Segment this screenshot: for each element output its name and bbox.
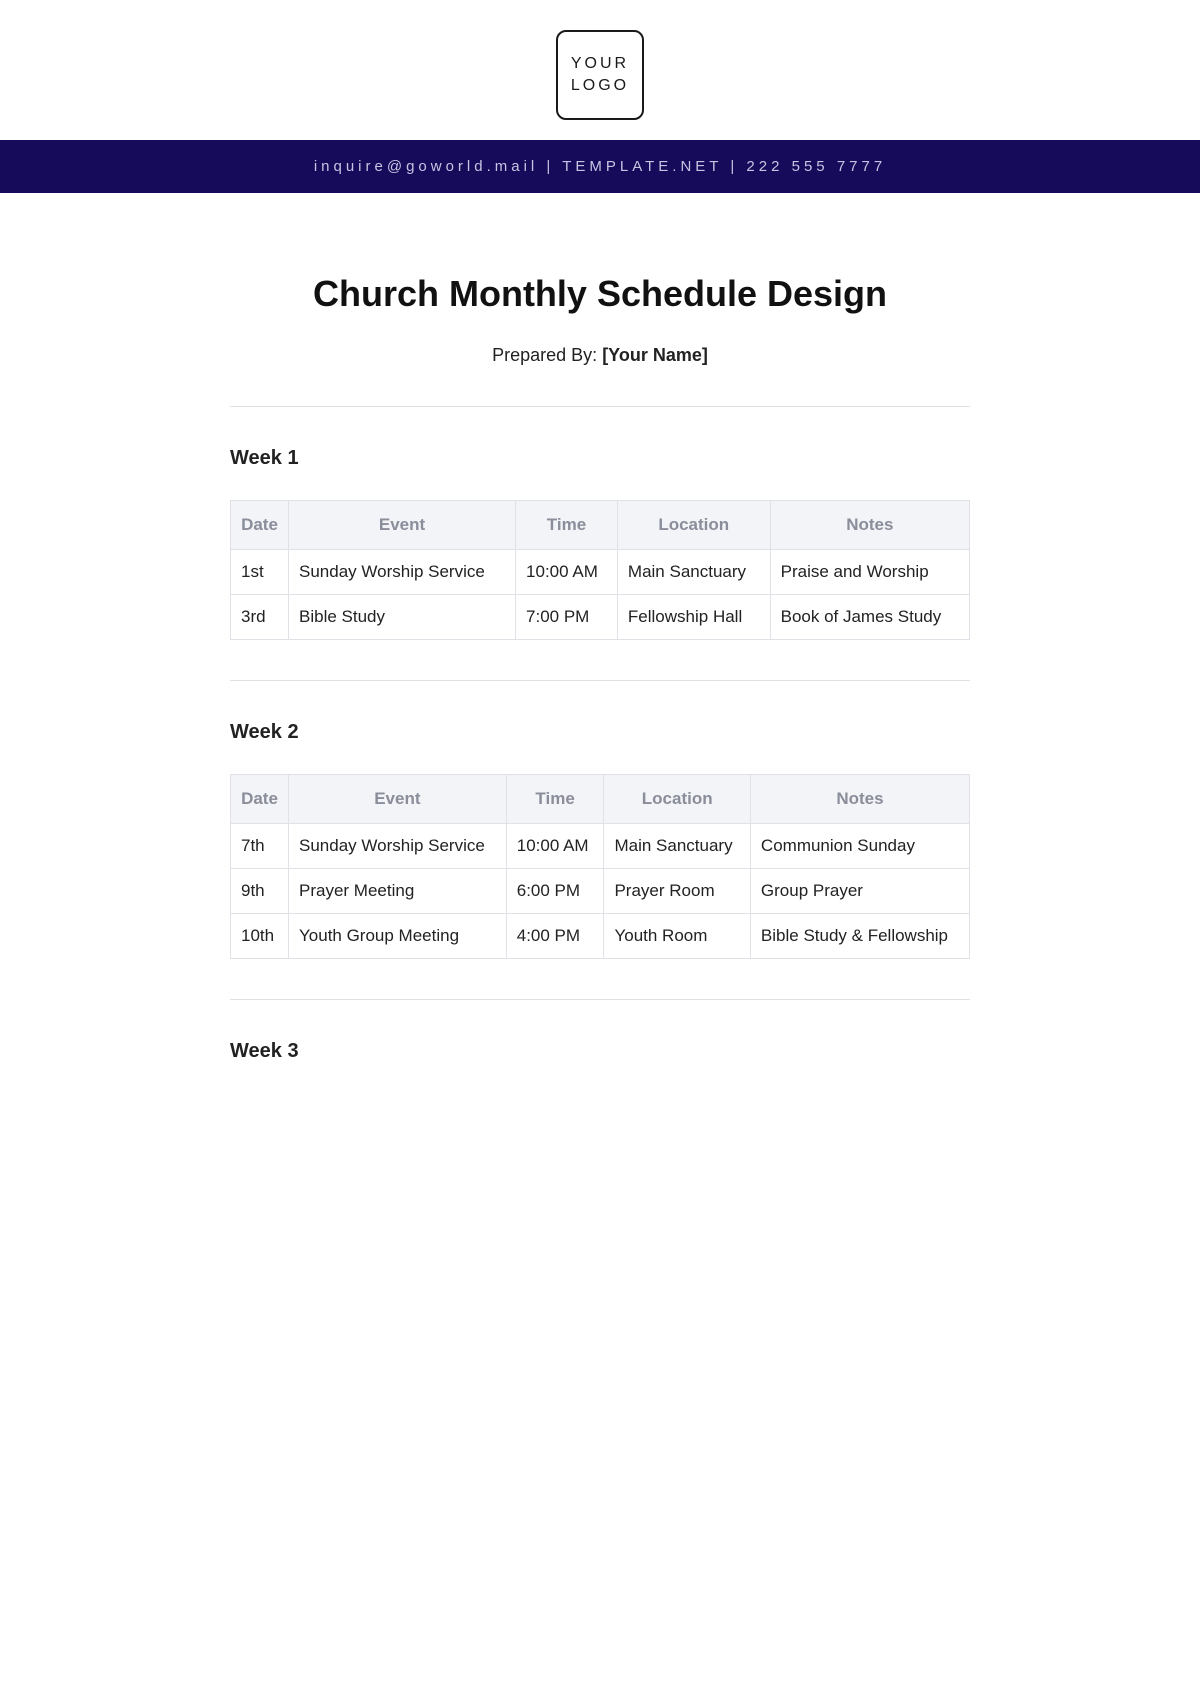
cell-location: Prayer Room <box>604 869 750 914</box>
table-header-row: Date Event Time Location Notes <box>231 501 970 550</box>
logo-line-1: YOUR <box>571 53 629 75</box>
cell-notes: Group Prayer <box>750 869 969 914</box>
cell-date: 7th <box>231 824 289 869</box>
table-header-row: Date Event Time Location Notes <box>231 775 970 824</box>
cell-date: 9th <box>231 869 289 914</box>
cell-notes: Communion Sunday <box>750 824 969 869</box>
table-row: 7th Sunday Worship Service 10:00 AM Main… <box>231 824 970 869</box>
logo-line-2: LOGO <box>571 75 629 97</box>
contact-text: inquire@goworld.mail | TEMPLATE.NET | 22… <box>314 158 886 175</box>
col-time: Time <box>516 501 618 550</box>
cell-location: Main Sanctuary <box>617 550 770 595</box>
contact-bar: inquire@goworld.mail | TEMPLATE.NET | 22… <box>0 140 1200 193</box>
document-body: Church Monthly Schedule Design Prepared … <box>230 193 970 1153</box>
col-notes: Notes <box>750 775 969 824</box>
week-1-table: Date Event Time Location Notes 1st Sunda… <box>230 500 970 640</box>
col-event: Event <box>289 501 516 550</box>
table-row: 10th Youth Group Meeting 4:00 PM Youth R… <box>231 914 970 959</box>
prepared-by-label: Prepared By: <box>492 345 602 365</box>
cell-event: Youth Group Meeting <box>289 914 507 959</box>
cell-time: 10:00 AM <box>516 550 618 595</box>
cell-date: 10th <box>231 914 289 959</box>
divider <box>230 999 970 1000</box>
divider <box>230 680 970 681</box>
cell-location: Main Sanctuary <box>604 824 750 869</box>
col-location: Location <box>617 501 770 550</box>
table-row: 1st Sunday Worship Service 10:00 AM Main… <box>231 550 970 595</box>
table-row: 9th Prayer Meeting 6:00 PM Prayer Room G… <box>231 869 970 914</box>
col-time: Time <box>506 775 604 824</box>
logo-placeholder: YOUR LOGO <box>556 30 644 120</box>
week-2-title: Week 2 <box>230 721 970 744</box>
col-location: Location <box>604 775 750 824</box>
cell-event: Bible Study <box>289 595 516 640</box>
cell-time: 7:00 PM <box>516 595 618 640</box>
cell-notes: Bible Study & Fellowship <box>750 914 969 959</box>
col-notes: Notes <box>770 501 969 550</box>
cell-event: Prayer Meeting <box>289 869 507 914</box>
page-title: Church Monthly Schedule Design <box>230 273 970 315</box>
col-date: Date <box>231 501 289 550</box>
cell-time: 6:00 PM <box>506 869 604 914</box>
cell-notes: Book of James Study <box>770 595 969 640</box>
prepared-by-name: [Your Name] <box>602 345 708 365</box>
col-date: Date <box>231 775 289 824</box>
cell-date: 3rd <box>231 595 289 640</box>
col-event: Event <box>289 775 507 824</box>
divider <box>230 406 970 407</box>
cell-location: Fellowship Hall <box>617 595 770 640</box>
week-1-title: Week 1 <box>230 447 970 470</box>
cell-time: 10:00 AM <box>506 824 604 869</box>
cell-event: Sunday Worship Service <box>289 550 516 595</box>
cell-event: Sunday Worship Service <box>289 824 507 869</box>
logo-container: YOUR LOGO <box>0 0 1200 140</box>
week-3-title: Week 3 <box>230 1040 970 1063</box>
week-2-table: Date Event Time Location Notes 7th Sunda… <box>230 774 970 959</box>
prepared-by-line: Prepared By: [Your Name] <box>230 345 970 366</box>
cell-location: Youth Room <box>604 914 750 959</box>
cell-notes: Praise and Worship <box>770 550 969 595</box>
cell-date: 1st <box>231 550 289 595</box>
table-row: 3rd Bible Study 7:00 PM Fellowship Hall … <box>231 595 970 640</box>
cell-time: 4:00 PM <box>506 914 604 959</box>
